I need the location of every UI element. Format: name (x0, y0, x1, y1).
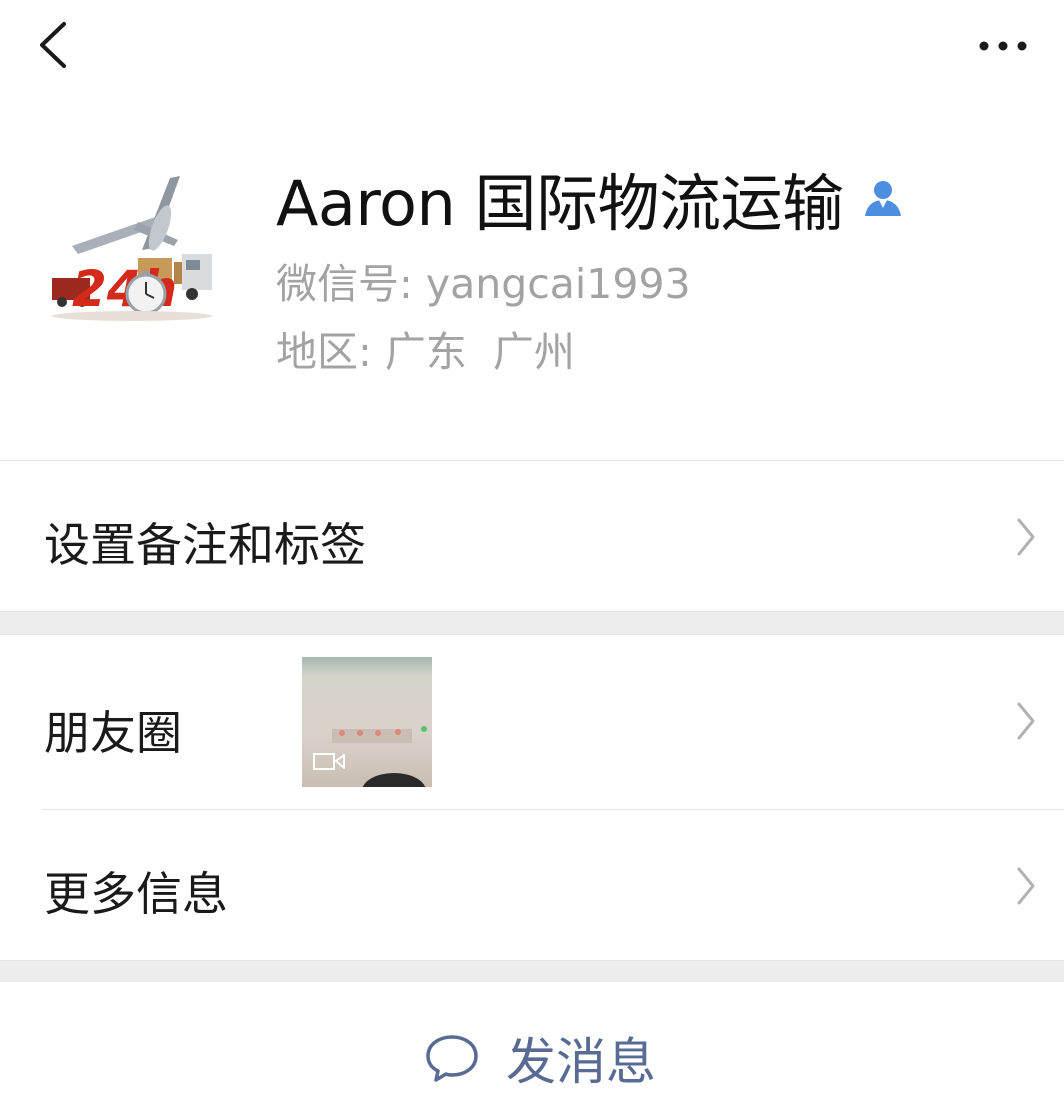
chevron-right-icon (1017, 518, 1035, 556)
avatar-image: 24h (42, 170, 222, 330)
more-info-label: 更多信息 (44, 867, 228, 921)
region-label: 地区: (276, 328, 385, 376)
wechat-id: 微信号: yangcai1993 (276, 260, 691, 308)
send-message-label: 发消息 (506, 1033, 656, 1091)
region-city: 广州 (492, 328, 575, 376)
section-gap (0, 961, 1064, 982)
send-message-content: 发消息 (424, 1026, 656, 1091)
profile-header: 24h Aaron 国际物流运输 微信号: yangcai1993 地区: 广东… (0, 100, 1064, 460)
moments-row[interactable]: 朋友圈 (0, 635, 1064, 809)
region: 地区: 广东 广州 (276, 318, 575, 378)
remark-tags-row[interactable]: 设置备注和标签 (0, 461, 1064, 611)
top-navigation-bar (0, 0, 1064, 100)
section-gap (0, 612, 1064, 634)
moments-video-thumbnail (302, 657, 432, 787)
person-icon (865, 181, 902, 216)
profile-name: Aaron 国际物流运输 (276, 167, 844, 240)
moments-label: 朋友圈 (44, 706, 182, 760)
avatar[interactable]: 24h (42, 170, 222, 330)
remark-tags-label: 设置备注和标签 (44, 518, 366, 572)
more-info-row[interactable]: 更多信息 (0, 810, 1064, 960)
more-options-button[interactable] (970, 24, 1034, 68)
name-row: Aaron 国际物流运输 (276, 158, 905, 240)
chevron-left-icon (40, 22, 66, 68)
chevron-right-icon (1017, 867, 1035, 905)
moments-thumbnail[interactable] (302, 657, 432, 787)
chevron-right-icon (1017, 702, 1035, 740)
back-button[interactable] (30, 16, 80, 76)
region-province: 广东 (384, 328, 467, 376)
ellipsis-icon (979, 41, 1027, 51)
chat-bubble-icon (426, 1035, 478, 1082)
send-message-button[interactable]: 发消息 (0, 982, 1064, 1120)
